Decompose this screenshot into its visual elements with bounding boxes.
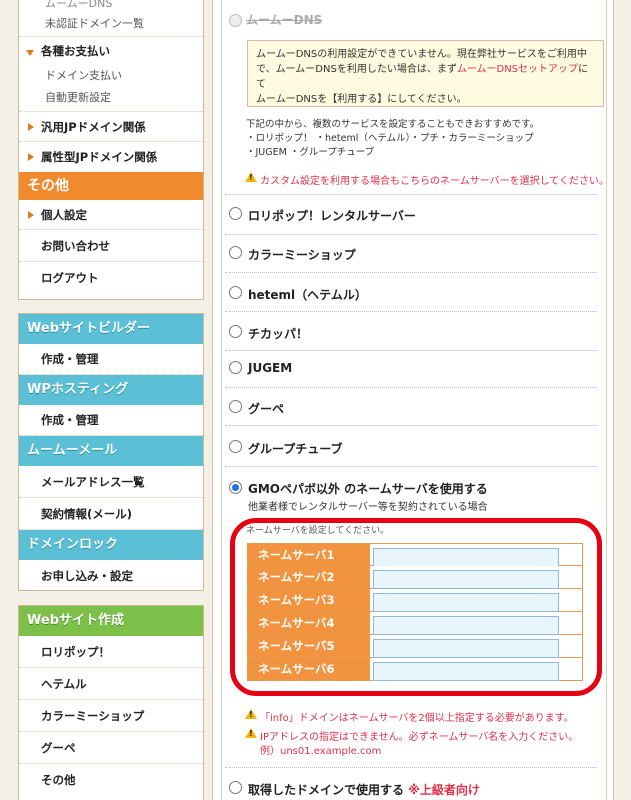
option-label-chicappa[interactable]: チカッパ！ (248, 325, 308, 342)
sidebar-item-colorme[interactable]: カラーミーショップ (19, 700, 203, 732)
other-nameserver-description: 他業者様でレンタルサーバー等を契約されている場合 (248, 502, 488, 513)
sidebar-section-account: ムームーDNS 未認証ドメイン一覧 各種お支払い ドメイン支払い 自動更新設定 … (18, 0, 204, 300)
radio-own-domain[interactable] (229, 781, 242, 794)
sidebar-item-mail-list[interactable]: メールアドレス一覧 (19, 466, 203, 498)
divider (225, 350, 597, 351)
radio-colorme[interactable] (229, 246, 242, 259)
radio-grouptube[interactable] (229, 440, 242, 453)
sidebar-item-payments[interactable]: 各種お支払い (19, 37, 203, 65)
divider (225, 767, 597, 768)
sidebar-header-website-builder: Webサイトビルダー (19, 314, 203, 344)
sidebar-item-lock-apply[interactable]: お申し込み・設定 (19, 560, 203, 592)
sidebar-item-personal-settings[interactable]: 個人設定 (19, 200, 203, 230)
info-text: ・ロリポップ！ ・heteml（ヘテムル）・プチ・カラーミーショップ (246, 133, 534, 144)
highlight-frame (230, 518, 602, 696)
sidebar-item-builder-manage[interactable]: 作成・管理 (19, 344, 203, 375)
option-label-jugem[interactable]: JUGEM (248, 361, 292, 375)
advanced-users-note: ※上級者向け (408, 783, 480, 797)
triangle-right-icon (28, 211, 34, 219)
sidebar-header-website-create: Webサイト作成 (19, 606, 203, 636)
own-domain-label: 取得したドメインで使用する (248, 783, 405, 797)
nameserver-example: 例）uns01.example.com (260, 746, 382, 757)
notice-line: ムームーDNSを【利用する】にしてください。 (256, 94, 467, 105)
sidebar-item-label: 属性型JPドメイン関係 (41, 150, 158, 164)
option-label-heteml[interactable]: heteml（ヘテムル） (248, 286, 367, 303)
sidebar-item-other[interactable]: その他 (19, 764, 203, 796)
sidebar-item-auto-renew[interactable]: 自動更新設定 (19, 87, 203, 112)
sidebar-item-contact[interactable]: お問い合わせ (19, 230, 203, 262)
triangle-right-icon (28, 153, 34, 161)
sidebar-header-mumu-mail: ムームーメール (19, 436, 203, 466)
sidebar-item-domain-payment[interactable]: ドメイン支払い (19, 65, 203, 87)
option-label-lolipop[interactable]: ロリポップ！レンタルサーバー (248, 207, 416, 224)
sidebar-item-unverified-domains[interactable]: 未認証ドメイン一覧 (19, 13, 203, 37)
radio-other-nameserver[interactable] (229, 481, 242, 494)
mumu-dns-notice: ムームーDNSの利用設定ができていません。現在弊社サービスをご利用中 で、ムーム… (247, 40, 604, 107)
info-text: ・JUGEM ・グループチューブ (246, 147, 375, 158)
info-domain-warning: 「info」ドメインはネームサーバを2個以上指定する必要があります。 (260, 713, 574, 724)
divider (225, 194, 597, 195)
notice-line: ムームーDNSの利用設定ができていません。現在弊社サービスをご利用中 (256, 49, 587, 60)
divider (225, 272, 597, 273)
radio-chicappa[interactable] (229, 325, 242, 338)
sidebar-item-generic-jp[interactable]: 汎用JPドメイン関係 (19, 112, 203, 142)
option-label-mumu-dns: ムームーDNS (246, 13, 323, 27)
sidebar-header-other: その他 (19, 172, 203, 200)
sidebar-item-label: 各種お支払い (41, 44, 110, 58)
radio-mumu-dns[interactable] (229, 14, 242, 27)
sidebar-item-label: 汎用JPドメイン関係 (41, 120, 146, 134)
sidebar-section-services: Webサイトビルダー 作成・管理 WPホスティング 作成・管理 ムームーメール … (18, 313, 204, 591)
sidebar-item-hetemuru[interactable]: ヘテムル (19, 668, 203, 700)
sidebar-header-domain-lock: ドメインロック (19, 530, 203, 560)
divider (225, 466, 597, 467)
option-label-other-nameserver[interactable]: GMOペパボ以外 のネームサーバを使用する (248, 480, 488, 497)
sidebar-item-label: 個人設定 (41, 208, 87, 222)
warning-icon (245, 709, 257, 719)
divider (225, 234, 597, 235)
option-label-grouptube[interactable]: グループチューブ (248, 440, 343, 457)
triangle-down-icon (26, 50, 34, 56)
notice-line: で、ムームーDNSを利用したい場合は、まずムームーDNSセットアップにて (256, 64, 589, 90)
radio-jugem[interactable] (229, 361, 242, 374)
sidebar-item-goope[interactable]: グーペ (19, 732, 203, 764)
sidebar-item-wp-manage[interactable]: 作成・管理 (19, 405, 203, 436)
option-label-own-domain[interactable]: 取得したドメインで使用する ※上級者向け (248, 781, 480, 798)
sidebar-section-website-create: Webサイト作成 ロリポップ！ ヘテムル カラーミーショップ グーペ その他 (18, 605, 204, 800)
warning-icon (245, 728, 257, 738)
divider (225, 311, 597, 312)
radio-heteml[interactable] (229, 286, 242, 299)
sidebar-item-attribute-jp[interactable]: 属性型JPドメイン関係 (19, 142, 203, 172)
sidebar-item-mumu-dns[interactable]: ムームーDNS (19, 0, 203, 13)
sidebar-item-logout[interactable]: ログアウト (19, 262, 203, 294)
sidebar-item-mail-contract[interactable]: 契約情報(メール) (19, 498, 203, 530)
radio-goope[interactable] (229, 400, 242, 413)
mumu-dns-setup-link[interactable]: ムームーDNSセットアップ (457, 64, 578, 75)
ip-address-warning: IPアドレスの指定はできません。必ずネームサーバ名を入力ください。 (260, 732, 579, 743)
warning-icon (245, 172, 257, 182)
sidebar-item-lolipop[interactable]: ロリポップ！ (19, 636, 203, 668)
option-label-goope[interactable]: グーペ (248, 400, 284, 417)
info-text: 下記の中から、複数のサービスを設定することもできおすすめです。 (246, 119, 540, 130)
custom-settings-warning: カスタム設定を利用する場合もこちらのネームサーバーを選択してください。 (260, 176, 609, 187)
radio-lolipop[interactable] (229, 207, 242, 220)
triangle-right-icon (28, 123, 34, 131)
option-label-colorme[interactable]: カラーミーショップ (248, 246, 356, 263)
sidebar-header-wp-hosting: WPホスティング (19, 375, 203, 405)
divider (225, 425, 597, 426)
divider (225, 387, 597, 388)
